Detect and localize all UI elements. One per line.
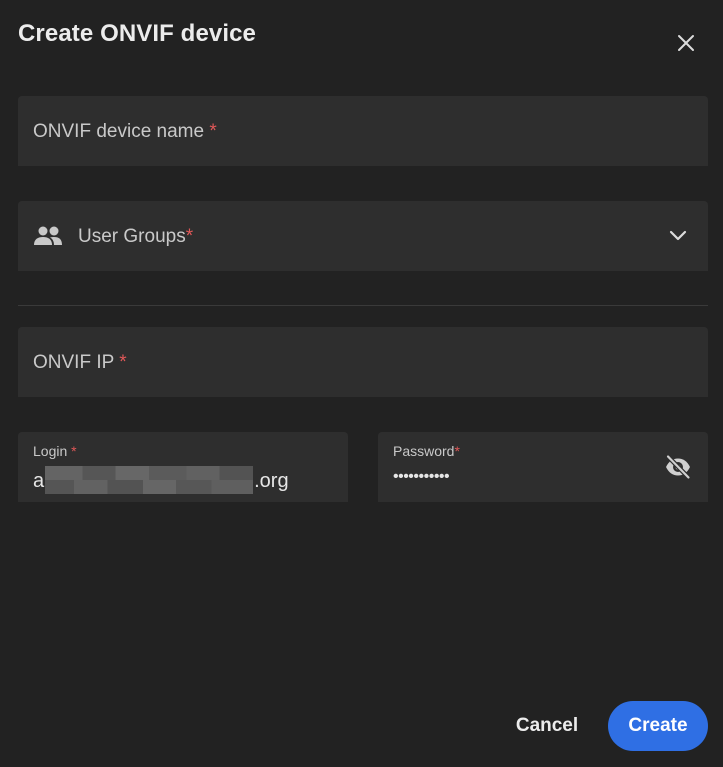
dialog-title: Create ONVIF device: [18, 20, 256, 47]
required-mark: *: [185, 226, 194, 247]
password-label: Password*: [393, 443, 460, 459]
login-label: Login *: [33, 443, 77, 459]
required-mark: *: [454, 443, 460, 459]
required-mark: *: [209, 121, 217, 142]
required-mark: *: [119, 352, 127, 373]
onvif-ip-label: ONVIF IP *: [33, 352, 127, 373]
chevron-down-icon[interactable]: [669, 230, 687, 242]
create-button[interactable]: Create: [608, 701, 708, 751]
login-value: a .org: [33, 466, 289, 494]
onvif-ip-field[interactable]: ONVIF IP *: [18, 327, 708, 397]
create-onvif-dialog: Create ONVIF device ONVIF device name * …: [0, 0, 723, 767]
required-mark: *: [71, 443, 77, 459]
redacted-text: [45, 466, 254, 494]
device-name-field[interactable]: ONVIF device name *: [18, 96, 708, 166]
user-groups-label: User Groups*: [78, 226, 194, 247]
user-groups-select[interactable]: User Groups*: [18, 201, 708, 271]
cancel-button[interactable]: Cancel: [500, 702, 594, 750]
device-name-label: ONVIF device name *: [33, 121, 217, 142]
password-value: •••••••••••: [393, 468, 450, 485]
section-divider: [18, 305, 708, 306]
password-field[interactable]: Password* •••••••••••: [378, 432, 708, 502]
users-icon: [34, 226, 62, 245]
close-icon: [678, 35, 694, 51]
login-field[interactable]: Login * a .org: [18, 432, 348, 502]
close-button[interactable]: [672, 29, 700, 57]
eye-off-icon[interactable]: [664, 454, 692, 480]
